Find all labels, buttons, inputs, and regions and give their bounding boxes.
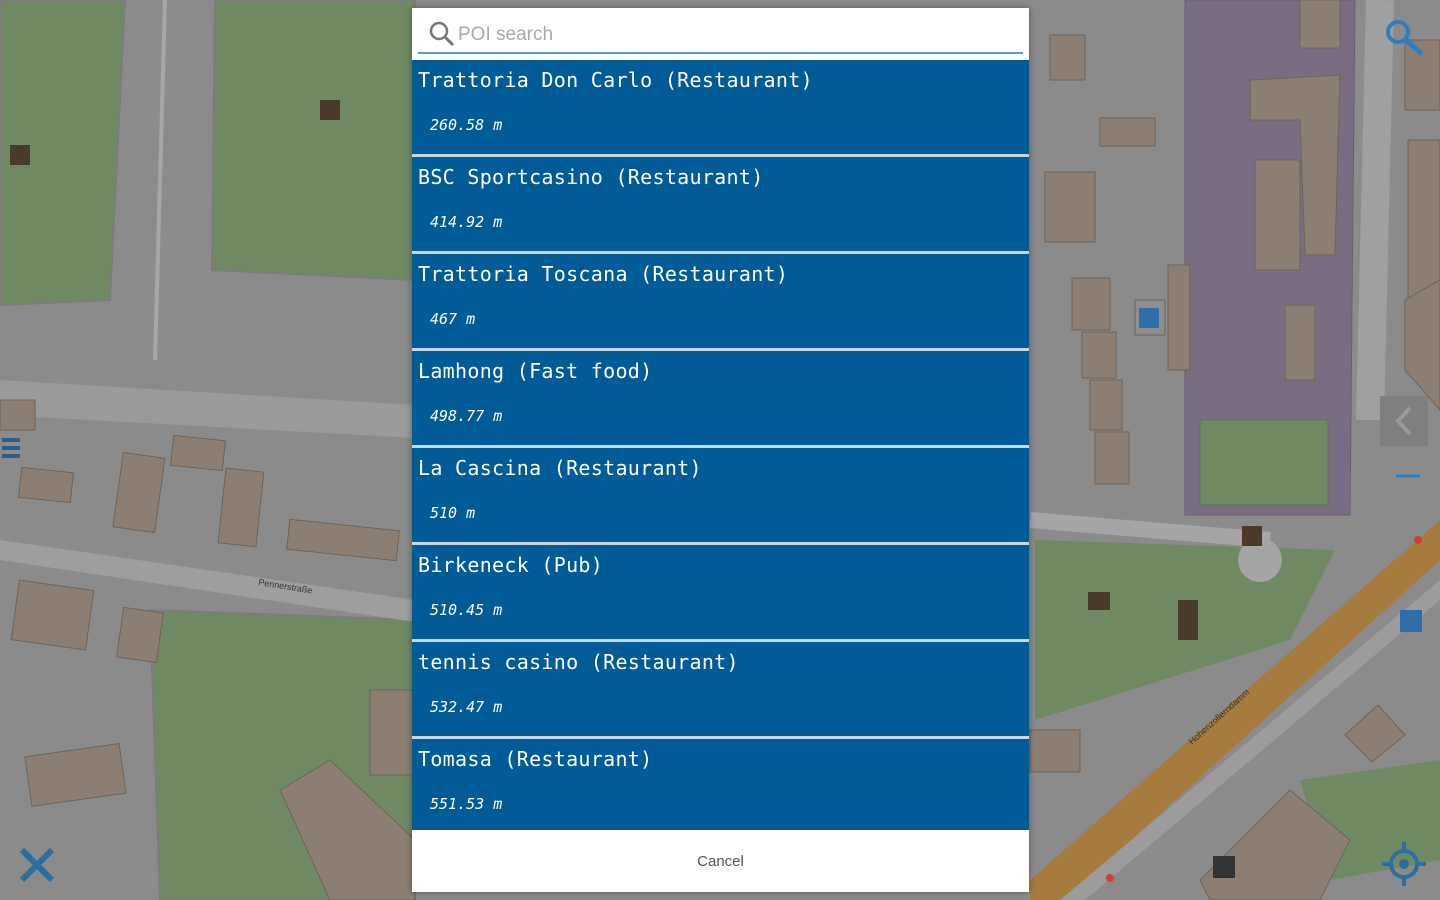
poi-name: Lamhong (Fast food) (418, 359, 653, 383)
building (0, 399, 36, 431)
list-item[interactable]: Birkeneck (Pub) 510.45 m (412, 545, 1029, 642)
building (1099, 117, 1156, 147)
list-item[interactable]: La Cascina (Restaurant) 510 m (412, 448, 1029, 545)
building (1407, 139, 1440, 306)
navigation-arrow-icon[interactable] (1380, 396, 1428, 446)
building (1049, 34, 1086, 81)
poi-marker-icon (1088, 592, 1110, 610)
traffic-light-icon (1106, 874, 1114, 882)
poi-distance: 414.92 m (430, 213, 503, 231)
building (1044, 171, 1096, 243)
building (18, 466, 74, 504)
building (116, 606, 164, 664)
poi-distance: 551.53 m (430, 795, 503, 813)
building (217, 467, 265, 548)
building (1071, 277, 1111, 331)
green-area (1199, 419, 1329, 506)
zoom-search-icon[interactable] (1380, 14, 1430, 64)
list-item[interactable]: Trattoria Toscana (Restaurant) 467 m (412, 254, 1029, 351)
search-input[interactable] (456, 20, 1020, 50)
building (1299, 0, 1341, 49)
poi-name: Birkeneck (Pub) (418, 553, 604, 577)
zoom-out-icon[interactable] (1392, 462, 1424, 490)
poi-search-dialog: Trattoria Don Carlo (Restaurant) 260.58 … (412, 8, 1029, 892)
poi-marker-icon (1178, 600, 1198, 640)
parking-icon (1139, 308, 1159, 328)
poi-name: Trattoria Toscana (Restaurant) (418, 262, 789, 286)
poi-distance: 510 m (430, 504, 476, 522)
search-underline (418, 52, 1023, 54)
poi-marker-icon (10, 145, 30, 165)
building (1089, 379, 1123, 431)
building (1284, 304, 1316, 381)
road (1356, 0, 1394, 421)
building (1254, 159, 1301, 271)
poi-name: La Cascina (Restaurant) (418, 456, 702, 480)
search-bar (412, 8, 1029, 60)
cancel-button[interactable]: Cancel (412, 830, 1029, 892)
building (1029, 729, 1081, 773)
bus-stop-icon (1400, 610, 1422, 632)
poi-results-list[interactable]: Trattoria Don Carlo (Restaurant) 260.58 … (412, 60, 1029, 836)
poi-name: Trattoria Don Carlo (Restaurant) (418, 68, 813, 92)
building (1167, 264, 1191, 371)
list-item[interactable]: tennis casino (Restaurant) 532.47 m (412, 642, 1029, 739)
gps-locate-icon[interactable] (1380, 840, 1428, 888)
poi-name: tennis casino (Restaurant) (418, 650, 739, 674)
layers-icon[interactable] (0, 432, 26, 468)
list-item[interactable]: Trattoria Don Carlo (Restaurant) 260.58 … (412, 60, 1029, 157)
poi-name: BSC Sportcasino (Restaurant) (418, 165, 764, 189)
poi-distance: 260.58 m (430, 116, 503, 134)
poi-marker-icon (1242, 526, 1262, 546)
building (170, 434, 226, 472)
poi-name: Tomasa (Restaurant) (418, 747, 653, 771)
building (10, 579, 95, 651)
building (1094, 431, 1130, 485)
poi-marker-icon (320, 100, 340, 120)
building (369, 689, 416, 776)
poi-distance: 510.45 m (430, 601, 503, 619)
poi-marker-icon (1213, 856, 1235, 878)
search-icon (428, 20, 456, 48)
poi-distance: 498.77 m (430, 407, 503, 425)
close-x-icon[interactable] (12, 842, 62, 890)
poi-distance: 467 m (430, 310, 476, 328)
list-item[interactable]: BSC Sportcasino (Restaurant) 414.92 m (412, 157, 1029, 254)
traffic-light-icon (1414, 536, 1422, 544)
building (1081, 331, 1117, 379)
poi-distance: 532.47 m (430, 698, 503, 716)
list-item[interactable]: Lamhong (Fast food) 498.77 m (412, 351, 1029, 448)
park-area (210, 0, 416, 282)
list-item[interactable]: Tomasa (Restaurant) 551.53 m (412, 739, 1029, 836)
